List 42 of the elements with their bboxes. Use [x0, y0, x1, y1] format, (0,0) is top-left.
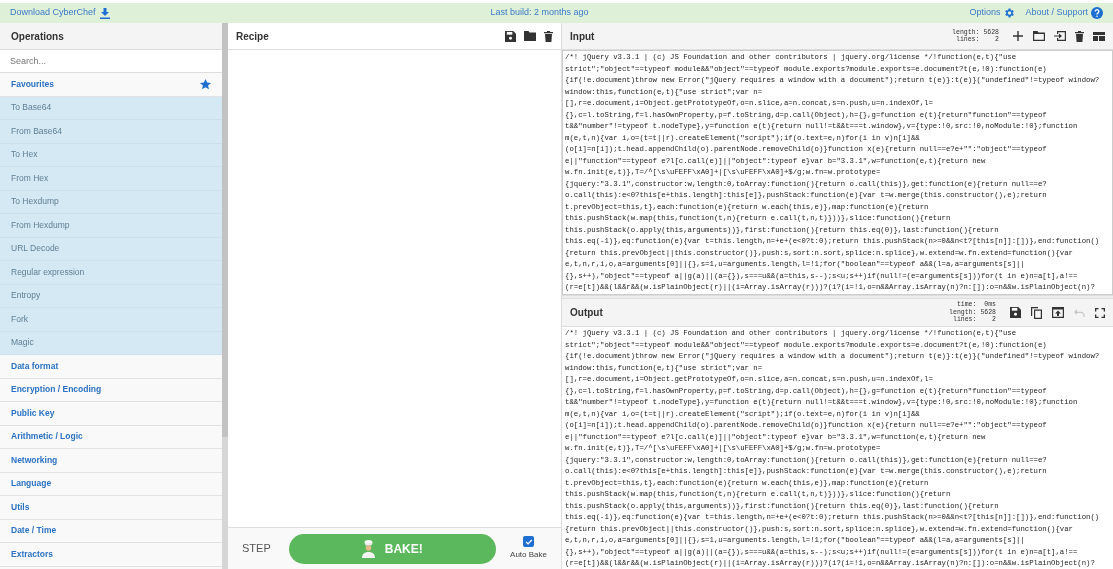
trash-icon[interactable]	[544, 30, 553, 42]
operation-item[interactable]: Entropy	[0, 284, 222, 308]
star-icon	[200, 78, 211, 90]
chef-icon	[361, 539, 375, 558]
panel-title: Operations	[11, 29, 64, 44]
operation-item[interactable]: URL Decode	[0, 237, 222, 261]
operation-item[interactable]: Fork	[0, 308, 222, 332]
operation-item[interactable]: Magic	[0, 331, 222, 355]
operation-item[interactable]: From Base64	[0, 120, 222, 144]
auto-bake-checkbox[interactable]	[523, 536, 535, 547]
copy-icon[interactable]	[1031, 306, 1042, 319]
folder-icon[interactable]	[1033, 31, 1045, 41]
help-icon	[1091, 7, 1103, 19]
operation-item[interactable]: From Hex	[0, 167, 222, 191]
import-icon[interactable]	[1054, 31, 1066, 41]
settings-icon	[1003, 7, 1016, 19]
plus-icon[interactable]	[1013, 31, 1023, 41]
options-link[interactable]: Options	[969, 6, 1001, 20]
panel-title: Output	[570, 306, 604, 320]
layout-icon[interactable]	[1093, 31, 1105, 41]
search-field[interactable]: Search...	[0, 50, 222, 73]
scrollbar[interactable]	[222, 23, 228, 569]
folder-icon[interactable]	[524, 31, 536, 41]
about-support-link[interactable]: About / Support	[1025, 6, 1088, 20]
save-icon[interactable]	[505, 30, 516, 42]
auto-bake-label: Auto Bake	[510, 549, 547, 561]
download-link[interactable]: Download CyberChef	[10, 6, 96, 20]
operation-item[interactable]: To Hex	[0, 143, 222, 167]
fullscreen-icon[interactable]	[1095, 307, 1105, 318]
operation-item[interactable]: To Hexdump	[0, 190, 222, 214]
last-build-text: Last build: 2 months ago	[490, 7, 589, 18]
panel-title: Input	[570, 29, 596, 44]
trash-icon[interactable]	[1075, 30, 1084, 42]
save-icon[interactable]	[1010, 307, 1021, 318]
step-button[interactable]: STEP	[242, 540, 271, 557]
panel-title: Recipe	[236, 29, 270, 44]
export-icon[interactable]	[1052, 307, 1064, 318]
bake-button[interactable]: BAKE!	[288, 533, 496, 564]
operation-item[interactable]: To Base64	[0, 96, 222, 120]
operation-item[interactable]: From Hexdump	[0, 214, 222, 238]
operation-item[interactable]: Regular expression	[0, 261, 222, 285]
download-icon	[99, 7, 110, 19]
